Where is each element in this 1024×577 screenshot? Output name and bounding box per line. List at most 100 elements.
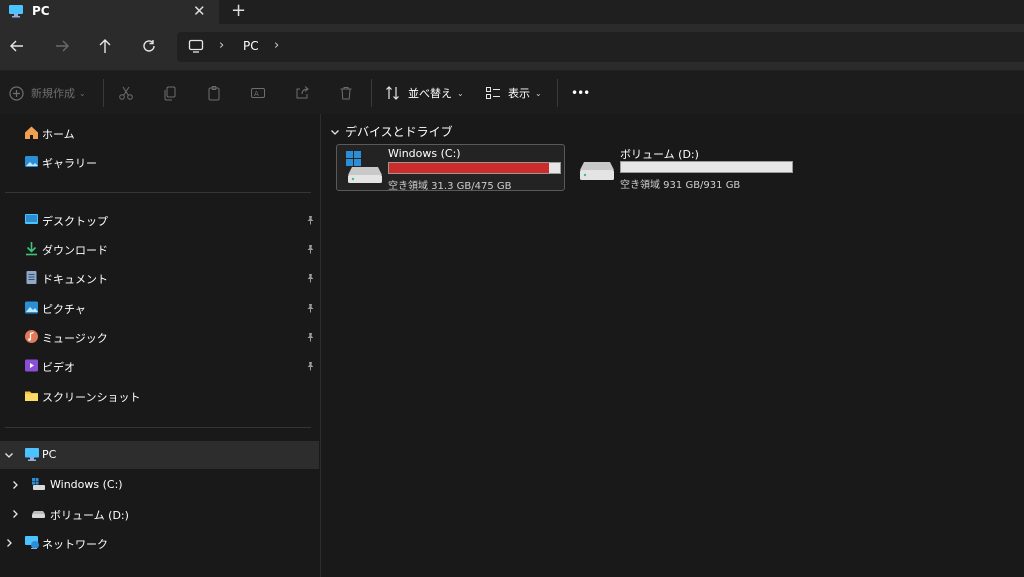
back-button[interactable] [7, 36, 27, 56]
chevron-right-icon[interactable] [10, 508, 20, 522]
cut-button[interactable] [118, 83, 134, 103]
chevron-right-icon[interactable] [10, 479, 20, 493]
breadcrumb-pc[interactable]: PC [243, 39, 259, 53]
sidebar-item-desktop[interactable]: デスクトップ [0, 206, 319, 234]
sidebar-item-label: ビデオ [42, 361, 75, 374]
sidebar-item-drive-d[interactable]: ボリューム (D:) [0, 500, 319, 528]
forward-button[interactable] [52, 36, 72, 56]
sidebar-item-music[interactable]: ミュージック [0, 323, 319, 351]
up-button[interactable] [95, 36, 115, 56]
refresh-button[interactable] [139, 36, 159, 56]
drive-tile-d[interactable]: ボリューム (D:) 空き領域 931 GB/931 GB [569, 144, 798, 191]
drive-usage-bar [388, 162, 561, 174]
delete-button[interactable] [338, 83, 354, 103]
tab-pc[interactable]: PC ✕ [0, 0, 219, 24]
pin-icon[interactable] [306, 302, 315, 316]
breadcrumb-chevron-icon[interactable]: › [219, 38, 224, 53]
pin-icon[interactable] [306, 360, 315, 374]
share-button[interactable] [294, 83, 310, 103]
paste-button[interactable] [206, 83, 222, 103]
chevron-right-icon[interactable] [4, 537, 14, 551]
chevron-down-icon: ⌄ [535, 88, 542, 98]
share-icon [296, 86, 309, 99]
drive-name: Windows (C:) [388, 147, 461, 160]
drive-tile-c[interactable]: Windows (C:) 空き領域 31.3 GB/475 GB [336, 144, 565, 192]
view-button[interactable]: 表示 ⌄ [485, 83, 542, 103]
sidebar-item-network[interactable]: ネットワーク [0, 529, 319, 557]
new-button[interactable]: 新規作成 ⌄ [9, 83, 86, 103]
sidebar-item-drive-c[interactable]: Windows (C:) [0, 471, 319, 499]
more-options-button[interactable]: ••• [571, 83, 590, 103]
close-tab-icon[interactable]: ✕ [193, 2, 206, 20]
separator [557, 79, 558, 107]
music-icon [24, 329, 39, 347]
new-tab-button[interactable]: + [231, 0, 246, 21]
rename-icon: A [251, 88, 265, 98]
drive-icon [31, 506, 46, 524]
drive-usage-fill [389, 163, 549, 173]
scissors-icon [119, 86, 133, 100]
sidebar-item-label: ギャラリー [42, 157, 97, 170]
drive-free-space: 空き領域 31.3 GB/475 GB [388, 181, 512, 192]
pin-icon[interactable] [306, 243, 315, 257]
separator [371, 79, 372, 107]
monitor-icon [188, 39, 204, 56]
sidebar-item-label: ネットワーク [42, 538, 108, 551]
separator [103, 79, 104, 107]
sidebar-item-videos[interactable]: ビデオ [0, 352, 319, 380]
view-label: 表示 [508, 87, 530, 100]
content-pane: デバイスとドライブ Windows (C:) 空き領域 31.3 GB/475 … [322, 114, 1024, 577]
pin-icon[interactable] [306, 272, 315, 286]
address-bar[interactable]: › PC › [177, 32, 1024, 62]
sidebar-item-label: ピクチャ [42, 303, 86, 316]
sidebar-item-screenshots[interactable]: スクリーンショット [0, 382, 319, 410]
sidebar-item-pictures[interactable]: ピクチャ [0, 294, 319, 322]
pictures-icon [24, 300, 39, 318]
drive-free-space: 空き領域 931 GB/931 GB [620, 180, 741, 191]
command-bar: 新規作成 ⌄ A 並べ替え ⌄ 表示 ⌄ ••• [0, 70, 1024, 114]
rename-button[interactable]: A [250, 83, 266, 103]
view-list-icon [486, 87, 500, 99]
windows-drive-icon [344, 149, 384, 190]
arrow-up-icon [99, 39, 111, 53]
sort-icon [386, 86, 399, 100]
pin-icon[interactable] [306, 214, 315, 228]
windows-drive-icon [31, 477, 46, 495]
sidebar-item-gallery[interactable]: ギャラリー [0, 148, 319, 176]
sidebar-item-label: PC [42, 448, 57, 461]
copy-button[interactable] [162, 83, 178, 103]
copy-icon [164, 86, 176, 101]
refresh-icon [143, 40, 155, 52]
divider [5, 192, 311, 193]
sidebar-item-documents[interactable]: ドキュメント [0, 264, 319, 292]
breadcrumb-chevron-icon[interactable]: › [274, 38, 279, 53]
desktop-folder-icon [24, 212, 39, 230]
navigation-bar: › PC › [0, 24, 1024, 70]
chevron-down-icon: ⌄ [457, 88, 464, 98]
download-icon [24, 241, 39, 259]
gallery-icon [24, 154, 39, 172]
sidebar-item-label: ダウンロード [42, 244, 108, 257]
drive-icon [576, 148, 616, 189]
sidebar-item-downloads[interactable]: ダウンロード [0, 235, 319, 263]
sidebar-item-pc[interactable]: PC [0, 441, 319, 469]
sidebar-item-label: スクリーンショット [42, 391, 141, 404]
tab-title: PC [32, 4, 50, 18]
folder-icon [24, 388, 39, 406]
navigation-pane: ホーム ギャラリー デスクトップ ダウンロード ドキュメント ピクチャ ミュージ… [0, 114, 321, 577]
arrow-right-icon [56, 40, 69, 52]
network-icon [24, 535, 40, 553]
pc-icon [8, 4, 24, 21]
document-icon [24, 270, 39, 288]
sidebar-item-home[interactable]: ホーム [0, 119, 319, 147]
sidebar-item-label: ボリューム (D:) [50, 509, 129, 522]
sidebar-item-label: ドキュメント [42, 273, 108, 286]
sort-button[interactable]: 並べ替え ⌄ [385, 83, 464, 103]
arrow-left-icon [10, 40, 23, 52]
group-header-devices[interactable]: デバイスとドライブ [330, 123, 453, 140]
chevron-down-icon [331, 129, 339, 135]
sidebar-item-label: Windows (C:) [50, 478, 123, 491]
drive-usage-bar [620, 161, 793, 173]
chevron-down-icon[interactable] [4, 449, 14, 463]
pin-icon[interactable] [306, 331, 315, 345]
